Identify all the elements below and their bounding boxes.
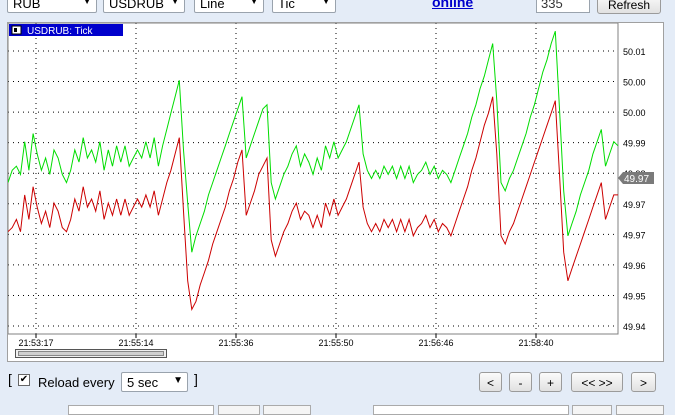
y-tick-label: 49.96 (623, 261, 646, 271)
symbol-select[interactable]: USDRUB ▼ (103, 0, 185, 13)
chevron-down-icon: ▼ (82, 0, 92, 7)
period-select[interactable]: Tic ▼ (272, 0, 336, 13)
refresh-button[interactable]: Refresh (597, 0, 661, 14)
chevron-down-icon: ▼ (173, 375, 183, 386)
partial-field (68, 405, 214, 415)
reload-interval-select[interactable]: 5 sec ▼ (121, 372, 188, 392)
chevron-down-icon: ▼ (321, 0, 331, 7)
partial-button (263, 405, 311, 415)
zoom-in-button[interactable]: + (539, 372, 562, 392)
window-icon-inner (14, 28, 17, 32)
chart-panel: 50.0150.0050.0049.9949.9849.9749.9749.96… (7, 22, 664, 362)
plot-frame (8, 23, 619, 335)
bottom-controls: [ ✔ Reload every 5 sec ▼ ] < - + << >> > (0, 366, 675, 415)
x-tick-label: 21:55:14 (118, 338, 153, 348)
online-link[interactable]: online (432, 0, 473, 10)
y-tick-label: 50.01 (623, 47, 646, 57)
chart-scrollbar[interactable] (15, 349, 167, 358)
partial-button (572, 405, 612, 415)
current-price-tag-text: 49.97 (624, 174, 649, 185)
reload-bracket-open: [ (8, 371, 12, 387)
partial-field (373, 405, 569, 415)
y-tick-label: 50.00 (623, 78, 646, 88)
y-tick-label: 49.95 (623, 291, 646, 301)
tick-count-input[interactable] (536, 0, 590, 13)
reload-bracket-close: ] (194, 371, 198, 387)
nav-next-button[interactable]: > (631, 372, 656, 392)
bid-series-line (8, 96, 618, 312)
chart-label-text: USDRUB: Tick (27, 26, 94, 37)
reload-label: Reload every (38, 375, 115, 390)
x-tick-label: 21:53:17 (18, 338, 53, 348)
chevron-down-icon: ▼ (170, 0, 180, 7)
period-select-value: Tic (278, 0, 295, 11)
y-tick-label: 49.94 (623, 322, 646, 332)
currency-select[interactable]: RUB ▼ (7, 0, 97, 13)
x-tick-label: 21:55:36 (218, 338, 253, 348)
chevron-down-icon: ▼ (249, 0, 259, 7)
ask-series-line (8, 31, 619, 253)
scrollbar-thumb[interactable] (18, 351, 164, 356)
y-tick-label: 49.97 (623, 200, 646, 210)
reload-checkbox[interactable]: ✔ (18, 374, 30, 386)
symbol-select-value: USDRUB (109, 0, 164, 11)
current-price-tag: 49.97 (618, 172, 654, 185)
chart-type-select-value: Line (200, 0, 225, 11)
x-tick-label: 21:58:40 (518, 338, 553, 348)
y-tick-label: 50.00 (623, 108, 646, 118)
y-tick-label: 49.97 (623, 230, 646, 240)
y-tick-label: 49.99 (623, 139, 646, 149)
reload-interval-value: 5 sec (127, 375, 159, 390)
partial-button (218, 405, 260, 415)
chart-label: USDRUB: Tick (9, 24, 123, 37)
chart-type-select[interactable]: Line ▼ (194, 0, 264, 13)
zoom-out-button[interactable]: - (509, 372, 532, 392)
price-chart: 50.0150.0050.0049.9949.9849.9749.9749.96… (8, 23, 654, 348)
x-tick-label: 21:55:50 (318, 338, 353, 348)
nav-prev-button[interactable]: < (479, 372, 502, 392)
partial-button (616, 405, 664, 415)
currency-select-value: RUB (13, 0, 41, 11)
fit-all-button[interactable]: << >> (571, 372, 623, 392)
x-tick-label: 21:56:46 (418, 338, 453, 348)
